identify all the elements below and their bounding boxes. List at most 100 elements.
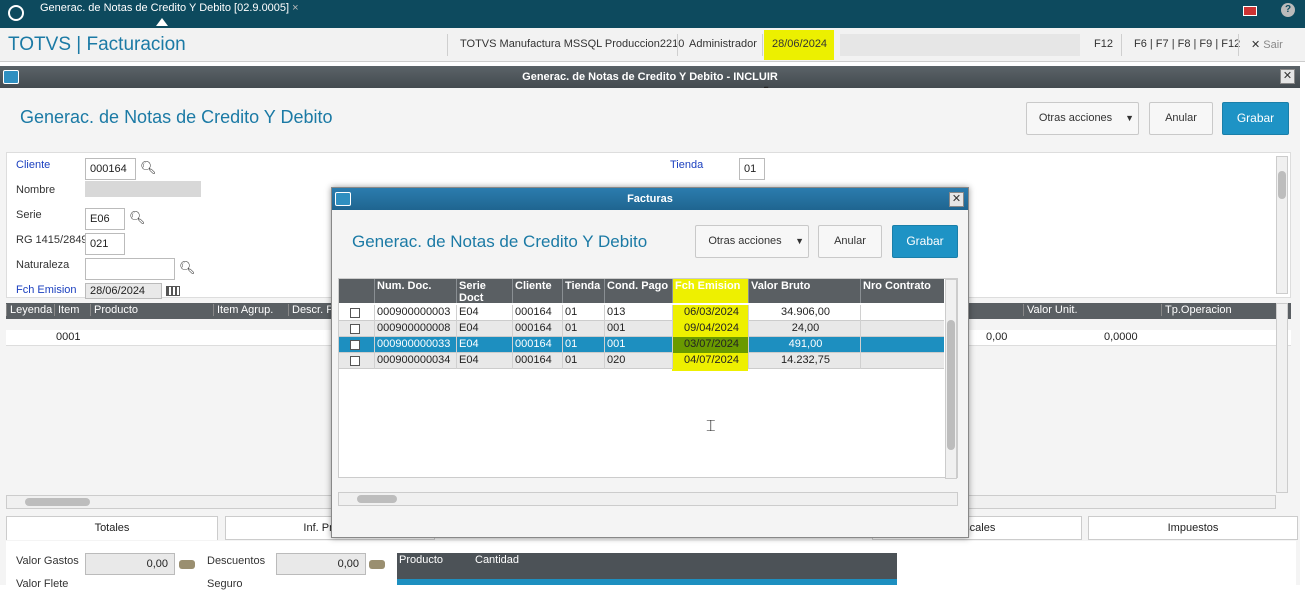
col-item-agrup[interactable]: Item Agrup. (213, 304, 273, 316)
date-label[interactable]: 28/06/2024 (772, 38, 827, 50)
tab-impuestos[interactable]: Impuestos (1088, 516, 1298, 540)
otras-acciones-button[interactable]: Otras acciones ▼ (1026, 102, 1139, 135)
col-cantidad[interactable]: Cantidad (475, 554, 519, 566)
nombre-input[interactable] (85, 181, 201, 197)
col-leyenda[interactable]: Leyenda (6, 304, 52, 316)
otras-acciones-label: Otras acciones (708, 235, 782, 247)
grid-scrollbar[interactable] (1276, 303, 1288, 493)
col-tp-operacion[interactable]: Tp.Operacion (1161, 304, 1232, 316)
valor-gastos-label: Valor Gastos (16, 555, 79, 567)
col-descr[interactable]: Descr. Pr (288, 304, 337, 316)
cell-tienda: 01 (562, 321, 604, 337)
col-valor-unit[interactable]: Valor Unit. (1023, 304, 1078, 316)
col-item[interactable]: Item (54, 304, 79, 316)
dialog-close-button[interactable]: ✕ (949, 192, 964, 207)
environment-label: TOTVS Manufactura MSSQL Produccion2210 (460, 38, 685, 50)
col-fch-emision[interactable]: Fch Emision (672, 279, 748, 303)
close-icon[interactable]: × (292, 2, 298, 14)
divider (762, 34, 763, 56)
divider (1121, 34, 1122, 56)
search-icon[interactable]: 🔍︎ (179, 260, 196, 276)
valor-gastos-input[interactable]: 0,00 (85, 553, 175, 575)
row-checkbox[interactable] (350, 324, 360, 334)
cell-nro-contrato (860, 337, 944, 353)
cell-num-doc: 000900000003 (374, 305, 456, 321)
row-item: 0001 (56, 331, 81, 343)
fch-emision-input[interactable]: 28/06/2024 (85, 283, 162, 299)
tab-indicator (156, 18, 168, 26)
cell-cond-pago: 020 (604, 353, 672, 369)
help-icon[interactable]: ? (1281, 3, 1295, 17)
exit-button[interactable]: ✕ Sair (1251, 38, 1283, 51)
cell-serie: E04 (456, 337, 512, 353)
rg-input[interactable]: 021 (85, 233, 125, 255)
row-checkbox[interactable] (350, 340, 360, 350)
descuentos-label: Descuentos (207, 555, 266, 567)
col-cliente[interactable]: Cliente (512, 279, 562, 303)
cell-tienda: 01 (562, 353, 604, 369)
document-tab[interactable]: Generac. de Notas de Credito Y Debito [0… (34, 0, 305, 28)
cell-cliente: 000164 (512, 305, 562, 321)
table-row-selected[interactable]: 000900000033 E04 000164 01 001 03/07/202… (339, 337, 944, 353)
cliente-input[interactable]: 000164 (85, 158, 136, 180)
products-table: Producto Cantidad (397, 553, 897, 585)
col-serie-doct[interactable]: Serie Doct (456, 279, 512, 304)
cell-nro-contrato (860, 353, 944, 369)
naturaleza-input[interactable] (85, 258, 175, 280)
window-close-button[interactable]: ✕ (1280, 69, 1295, 84)
col-producto[interactable]: Producto (399, 554, 443, 566)
col-nro-contrato[interactable]: Nro Contrato (860, 279, 944, 303)
fch-emision-label: Fch Emision (16, 284, 77, 296)
money-icon[interactable] (179, 560, 195, 569)
grabar-button[interactable]: Grabar (892, 225, 958, 258)
tab-totales[interactable]: Totales (6, 516, 218, 540)
serie-input[interactable]: E06 (85, 208, 125, 230)
facturas-dialog: Facturas ✕ Generac. de Notas de Credito … (331, 187, 969, 538)
col-cond-pago[interactable]: Cond. Pago (604, 279, 672, 303)
anular-button[interactable]: Anular (818, 225, 882, 258)
table-row[interactable]: 000900000034 E04 000164 01 020 04/07/202… (339, 353, 944, 369)
cell-cond-pago: 001 (604, 337, 672, 353)
col-valor-bruto[interactable]: Valor Bruto (748, 279, 860, 303)
table-row[interactable]: 000900000008 E04 000164 01 001 09/04/202… (339, 321, 944, 337)
cell-nro-contrato (860, 305, 944, 321)
dialog-hscrollbar[interactable] (338, 492, 958, 506)
user-label[interactable]: Administrador (689, 38, 757, 50)
cell-num-doc: 000900000008 (374, 321, 456, 337)
col-producto[interactable]: Producto (90, 304, 138, 316)
f12-shortcut[interactable]: F12 (1094, 38, 1113, 50)
calendar-icon[interactable] (166, 286, 180, 296)
chevron-down-icon: ▼ (1125, 113, 1134, 123)
chevron-down-icon: ▼ (795, 236, 804, 246)
window-icon (3, 70, 19, 84)
dialog-vscrollbar[interactable] (945, 279, 957, 479)
cell-fch-emision: 06/03/2024 (672, 305, 748, 321)
row-checkbox[interactable] (350, 308, 360, 318)
mail-icon[interactable] (1243, 6, 1257, 16)
col-select[interactable] (339, 279, 374, 303)
fkeys-shortcuts[interactable]: F6 | F7 | F8 | F9 | F12 (1134, 38, 1240, 50)
tienda-input[interactable]: 01 (739, 158, 765, 180)
col-tienda[interactable]: Tienda (562, 279, 604, 303)
money-icon[interactable] (369, 560, 385, 569)
window-title: Generac. de Notas de Credito Y Debito - … (522, 71, 778, 83)
cell-serie: E04 (456, 353, 512, 369)
table-row[interactable]: 000900000003 E04 000164 01 013 06/03/202… (339, 305, 944, 321)
cell-tienda: 01 (562, 305, 604, 321)
grabar-button[interactable]: Grabar (1222, 102, 1289, 135)
search-icon[interactable]: 🔍︎ (129, 210, 146, 226)
row-checkbox[interactable] (350, 356, 360, 366)
cell-fch-emision: 04/07/2024 (672, 353, 748, 369)
search-icon[interactable]: 🔍︎ (140, 160, 157, 176)
menu-circle-icon[interactable] (8, 5, 24, 21)
anular-button[interactable]: Anular (1149, 102, 1213, 135)
otras-acciones-button[interactable]: Otras acciones ▼ (695, 225, 809, 258)
exit-label: Sair (1263, 39, 1283, 51)
serie-label: Serie (16, 209, 42, 221)
cell-valor-bruto: 491,00 (748, 337, 860, 353)
row-value: 0,00 (986, 331, 1008, 343)
descuentos-input[interactable]: 0,00 (276, 553, 366, 575)
form-scrollbar[interactable] (1276, 156, 1288, 294)
dialog-title-bar: Facturas (332, 188, 968, 210)
col-num-doc[interactable]: Num. Doc. (374, 279, 456, 303)
